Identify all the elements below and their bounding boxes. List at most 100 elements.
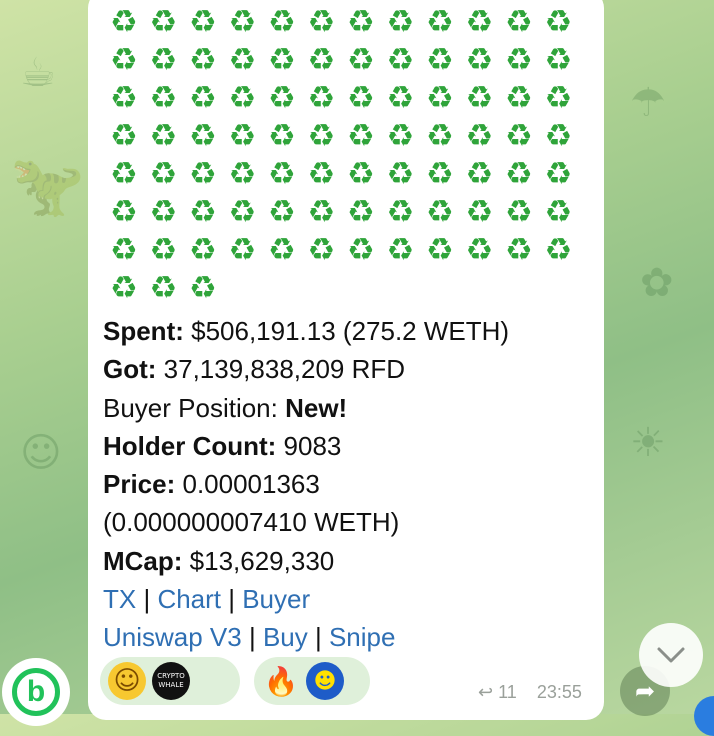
recycle-icon: ♻ — [149, 194, 178, 230]
recycle-icon: ♻ — [267, 194, 296, 230]
snipe-link[interactable]: Snipe — [329, 622, 396, 652]
chevron-down-icon — [657, 647, 685, 663]
recycle-icon: ♻ — [504, 194, 533, 230]
price-weth: (0.000000007410 WETH) — [103, 507, 400, 538]
recycle-icon: ♻ — [188, 4, 217, 40]
recycle-icon: ♻ — [465, 80, 494, 116]
recycle-icon: ♻ — [188, 270, 217, 306]
recycle-icon: ♻ — [346, 118, 375, 154]
recycle-icon: ♻ — [188, 156, 217, 192]
chart-link[interactable]: Chart — [157, 584, 221, 614]
buyer-link[interactable]: Buyer — [242, 584, 310, 614]
buy-link[interactable]: Buy — [263, 622, 308, 652]
recycle-icon: ♻ — [109, 156, 138, 192]
doodle-icon: ☕ — [20, 50, 56, 96]
spent-row: Spent: $506,191.13 (275.2 WETH) — [103, 312, 593, 350]
recycle-icon: ♻ — [307, 194, 336, 230]
link-separator: | — [221, 584, 243, 615]
recycle-icon: ♻ — [267, 118, 296, 154]
recycle-icon: ♻ — [465, 118, 494, 154]
recycle-icon: ♻ — [109, 194, 138, 230]
reaction-group-1[interactable]: ☺ CRYPTO WHALE — [100, 657, 240, 705]
recycle-icon: ♻ — [307, 4, 336, 40]
tx-link[interactable]: TX — [103, 584, 136, 614]
links-row-1: TX | Chart | Buyer — [103, 580, 593, 618]
recycle-icon: ♻ — [544, 42, 573, 78]
recycle-icon: ♻ — [228, 194, 257, 230]
reaction-group-2[interactable]: 🔥 ☻ — [254, 657, 370, 705]
sender-avatar[interactable]: b — [2, 658, 70, 726]
recycle-icon: ♻ — [267, 232, 296, 268]
recycle-icon: ♻ — [504, 118, 533, 154]
recycle-icon: ♻ — [386, 80, 415, 116]
links-row-2: Uniswap V3 | Buy | Snipe — [103, 618, 593, 656]
recycle-icon: ♻ — [544, 80, 573, 116]
recycle-icon: ♻ — [544, 118, 573, 154]
recycle-icon: ♻ — [346, 194, 375, 230]
holder-label: Holder Count: — [103, 430, 277, 461]
holder-value: 9083 — [276, 430, 342, 461]
spent-label: Spent: — [103, 316, 184, 346]
recycle-icon: ♻ — [386, 156, 415, 192]
doodle-icon: ✿ — [640, 260, 674, 306]
recycle-icon: ♻ — [504, 4, 533, 40]
recycle-icon: ♻ — [465, 232, 494, 268]
recycle-icon: ♻ — [109, 118, 138, 154]
doodle-icon: 🦖 — [10, 151, 85, 221]
spent-value: $506,191.13 (275.2 WETH) — [183, 316, 510, 346]
whale-text-2: WHALE — [158, 681, 184, 689]
recycle-icon: ♻ — [425, 194, 454, 230]
recycle-icon: ♻ — [267, 4, 296, 40]
recycle-icon: ♻ — [544, 4, 573, 40]
message-meta: ↩ 11 23:55 — [478, 682, 582, 703]
recycle-icon: ♻ — [228, 42, 257, 78]
doodle-icon: ☺ — [20, 430, 62, 476]
recycle-icon: ♻ — [425, 232, 454, 268]
recycle-icon: ♻ — [228, 118, 257, 154]
recycle-icon: ♻ — [109, 80, 138, 116]
recycle-icon: ♻ — [109, 270, 138, 306]
fire-icon: 🔥 — [263, 664, 299, 698]
recycle-icon: ♻ — [544, 156, 573, 192]
crypto-whale-avatar: CRYPTO WHALE — [152, 662, 190, 700]
recycle-icon: ♻ — [504, 42, 533, 78]
recycle-icon: ♻ — [465, 42, 494, 78]
scroll-down-button[interactable] — [639, 623, 703, 687]
recycle-icon: ♻ — [346, 232, 375, 268]
recycle-icon: ♻ — [307, 232, 336, 268]
recycle-icon: ♻ — [228, 156, 257, 192]
recycle-icon: ♻ — [267, 42, 296, 78]
recycle-icon: ♻ — [386, 194, 415, 230]
recycle-icon: ♻ — [346, 4, 375, 40]
recycle-icon: ♻ — [109, 4, 138, 40]
compose-button[interactable] — [694, 696, 714, 736]
recycle-icon: ♻ — [425, 118, 454, 154]
recycle-icon: ♻ — [386, 4, 415, 40]
recycle-icon: ♻ — [188, 232, 217, 268]
recycle-emoji-grid: ♻ ♻ ♻ ♻ ♻ ♻ ♻ ♻ ♻ ♻ ♻ ♻ ♻ ♻ ♻ ♻ ♻ ♻ ♻ ♻ ♻ ♻ ♻ ♻ ♻ ♻ ♻ ♻ ♻ ♻ ♻ ♻ ♻ ♻ ♻ ♻ ♻ ♻ ♻ ♻… — [104, 3, 580, 307]
doodle-icon: ☂ — [630, 80, 666, 126]
recycle-icon: ♻ — [504, 232, 533, 268]
mcap-value: $13,629,330 — [182, 545, 335, 576]
recycle-icon: ♻ — [149, 270, 178, 306]
recycle-icon: ♻ — [228, 80, 257, 116]
recycle-icon: ♻ — [109, 232, 138, 268]
got-label: Got: — [103, 354, 157, 385]
recycle-icon: ♻ — [188, 194, 217, 230]
uniswap-link[interactable]: Uniswap V3 — [103, 622, 242, 652]
whale-text-1: CRYPTO — [157, 672, 185, 680]
recycle-icon: ♻ — [188, 80, 217, 116]
recycle-icon: ♻ — [346, 156, 375, 192]
recycle-icon: ♻ — [188, 42, 217, 78]
mcap-label: MCap: — [103, 545, 183, 576]
recycle-icon: ♻ — [228, 232, 257, 268]
recycle-icon: ♻ — [504, 156, 533, 192]
recycle-icon: ♻ — [307, 42, 336, 78]
reply-arrow-icon: ↩ — [478, 682, 494, 702]
recycle-icon: ♻ — [544, 232, 573, 268]
position-value: New! — [285, 392, 348, 423]
recycle-icon: ♻ — [346, 80, 375, 116]
price-value: 0.00001363 — [175, 469, 320, 500]
recycle-icon: ♻ — [267, 156, 296, 192]
recycle-icon: ♻ — [149, 80, 178, 116]
